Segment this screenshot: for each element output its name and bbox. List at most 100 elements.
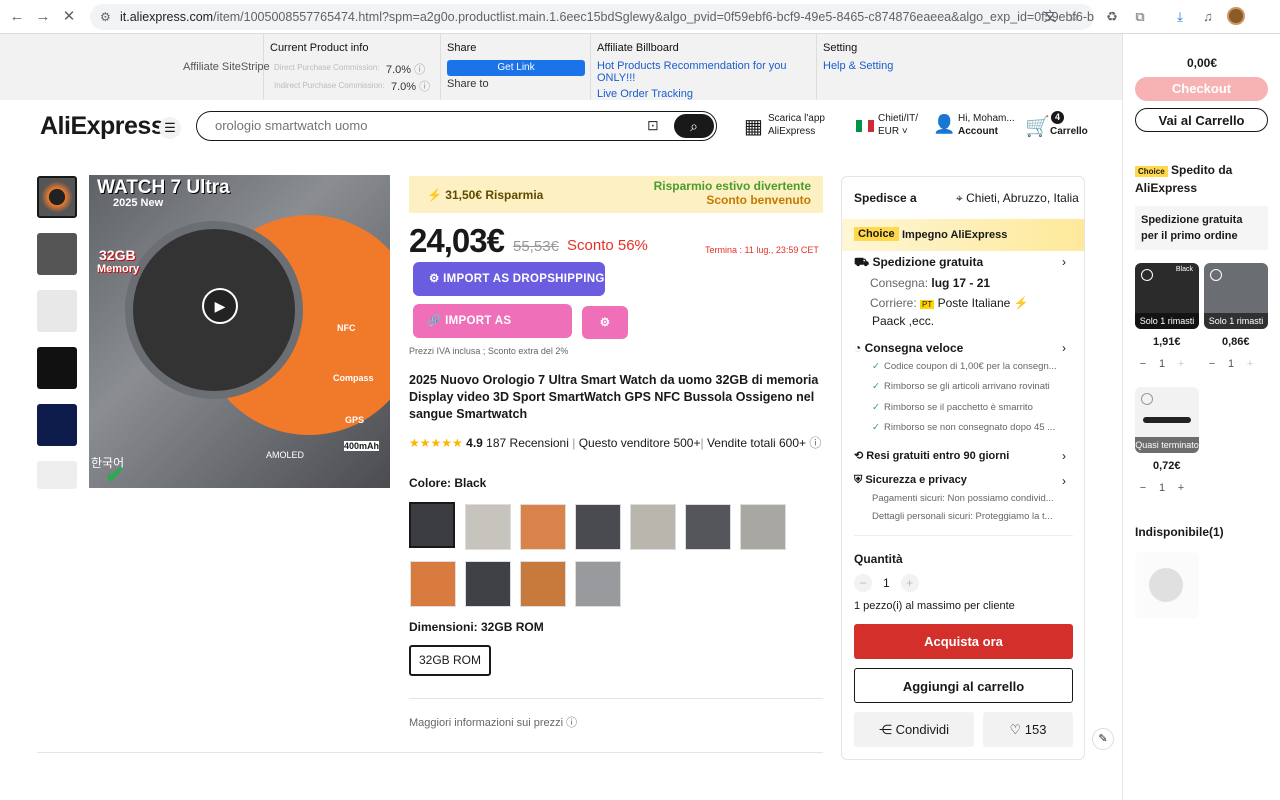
site-info-icon[interactable]: ⚙ (100, 4, 111, 30)
add-to-cart-button[interactable]: Aggiungi al carrello (854, 668, 1073, 703)
color-swatch[interactable] (520, 504, 566, 550)
cart-item-image[interactable]: Solo 1 rimasti (1204, 263, 1268, 329)
qty-value[interactable]: 1 (1151, 358, 1173, 370)
info-icon[interactable]: ⓘ (414, 64, 425, 76)
share-to-link[interactable]: Share to (447, 78, 584, 90)
qty-increase-button[interactable]: + (1173, 358, 1189, 370)
qty-value[interactable]: 1 (1220, 358, 1242, 370)
qty-increase-button[interactable]: + (1242, 358, 1258, 370)
hot-products-link[interactable]: Hot Products Recommendation for you ONLY… (597, 60, 810, 84)
color-swatch[interactable] (465, 561, 511, 607)
choice-badge: Choice (1135, 166, 1168, 177)
gallery-thumbnail[interactable] (37, 290, 77, 332)
color-swatch[interactable] (465, 504, 511, 550)
qty-value[interactable]: 1 (875, 576, 897, 590)
cart-item-image[interactable]: Quasi terminato (1135, 387, 1199, 453)
image-memory-label: Memory (97, 263, 140, 275)
region-selector[interactable]: Chieti/IT/EUR ˅ (878, 112, 918, 138)
color-swatch[interactable] (740, 504, 786, 550)
search-button[interactable]: ⌕ (674, 114, 714, 138)
cart-label[interactable]: Carrello (1050, 125, 1088, 138)
chevron-right-icon[interactable]: › (1062, 341, 1066, 355)
qty-increase-button[interactable]: + (1173, 482, 1189, 494)
info-icon[interactable]: ⓘ (419, 81, 430, 93)
fast-item: ✓ Rimborso se il pacchetto è smarrito (872, 402, 1033, 413)
download-icon[interactable]: ⤓ (1170, 7, 1190, 27)
search-input[interactable] (215, 118, 615, 133)
aliexpress-logo[interactable]: AliExpress (40, 112, 165, 141)
user-icon[interactable]: 👤 (933, 114, 955, 135)
separator: | (700, 436, 704, 450)
go-to-cart-button[interactable]: Vai al Carrello (1135, 108, 1268, 132)
gallery-thumbnail[interactable] (37, 233, 77, 275)
qr-code-icon[interactable]: ▦ (744, 114, 763, 139)
import-affiliate-button[interactable]: 🔗 IMPORT AS AFFILIATE (413, 304, 572, 361)
cart-item-image[interactable]: Black Solo 1 rimasti (1135, 263, 1199, 329)
color-swatch[interactable] (685, 504, 731, 550)
qty-decrease-button[interactable]: − (1135, 358, 1151, 370)
reviews-link[interactable]: 187 Recensioni (486, 436, 569, 450)
gallery-thumbnail[interactable] (37, 347, 77, 389)
chevron-right-icon[interactable]: › (1062, 474, 1066, 488)
help-setting-link[interactable]: Help & Setting (823, 60, 930, 72)
security-item: Pagamenti sicuri: Non possiamo condivid.… (872, 493, 1054, 504)
select-item-checkbox[interactable] (1141, 393, 1153, 405)
select-item-checkbox[interactable] (1141, 269, 1153, 281)
select-item-checkbox[interactable] (1210, 269, 1222, 281)
product-main-image[interactable]: WATCH 7 Ultra 2025 New 32GB Memory ▶ NFC… (89, 175, 390, 488)
gallery-thumbnail[interactable] (37, 176, 77, 218)
get-link-button[interactable]: Get Link (447, 60, 585, 76)
security-row[interactable]: ⛨ Sicurezza e privacy (854, 474, 967, 487)
color-swatch[interactable] (575, 561, 621, 607)
info-icon[interactable]: ⓘ (809, 436, 821, 450)
gallery-thumbnail[interactable] (37, 404, 77, 446)
profile-avatar[interactable] (1227, 7, 1245, 25)
unavailable-item-image[interactable] (1135, 552, 1199, 618)
free-shipping-row[interactable]: ⛟ Spedizione gratuita (854, 255, 983, 271)
size-option-32gb[interactable]: 32GB ROM (409, 645, 491, 676)
translate-icon[interactable]: 文 (1040, 7, 1060, 27)
edit-icon[interactable]: ✎ (1092, 728, 1114, 750)
wishlist-button[interactable]: ♡ 153 (983, 712, 1073, 747)
download-app-link[interactable]: Scarica l'app AliExpress (768, 112, 825, 138)
qty-increase-button[interactable]: + (900, 574, 919, 592)
color-swatch[interactable] (410, 561, 456, 607)
qty-decrease-button[interactable]: − (854, 574, 872, 592)
logo-part-a: Ali (40, 112, 71, 140)
gps-label: GPS (345, 415, 365, 425)
delivery-location[interactable]: ⌖ Chieti, Abruzzo, Italia (956, 191, 1079, 206)
forward-icon[interactable]: → (32, 6, 54, 28)
media-icon[interactable]: ♫ (1198, 7, 1218, 27)
color-swatch[interactable] (409, 502, 455, 548)
chevron-right-icon[interactable]: › (1062, 449, 1066, 463)
more-price-info[interactable]: Maggiori informazioni sui prezzi ⓘ (409, 714, 577, 730)
qty-decrease-button[interactable]: − (1135, 482, 1151, 494)
free-returns-row[interactable]: ⟲ Resi gratuiti entro 90 giorni (854, 449, 1009, 462)
bookmark-star-icon[interactable]: ☆ (1064, 7, 1084, 27)
account-menu[interactable]: Hi, Moham... Account (958, 112, 1015, 138)
chevron-right-icon[interactable]: › (1062, 255, 1066, 269)
checkout-button[interactable]: Checkout (1135, 77, 1268, 101)
qty-value[interactable]: 1 (1151, 482, 1173, 494)
qty-decrease-button[interactable]: − (1204, 358, 1220, 370)
color-swatch[interactable] (520, 561, 566, 607)
extension-icon[interactable]: ♻ (1102, 7, 1122, 27)
camera-search-icon[interactable]: ⊡ (647, 117, 659, 134)
import-dropshipping-button[interactable]: ⚙ IMPORT AS DROPSHIPPING (413, 262, 605, 296)
address-bar[interactable]: ⚙ it.aliexpress.com/item/100500855776547… (90, 4, 1094, 30)
puzzle-icon[interactable]: ⧉ (1130, 7, 1150, 27)
color-swatch[interactable] (630, 504, 676, 550)
fast-delivery-row[interactable]: ◔ Consegna veloce (854, 341, 963, 355)
color-swatch[interactable] (575, 504, 621, 550)
gallery-thumbnail[interactable] (37, 461, 77, 489)
live-tracking-link[interactable]: Live Order Tracking (597, 88, 810, 100)
back-icon[interactable]: ← (6, 6, 28, 28)
play-video-icon[interactable]: ▶ (202, 288, 238, 324)
cart-icon[interactable]: 🛒 (1025, 114, 1050, 139)
buy-now-button[interactable]: Acquista ora (854, 624, 1073, 659)
hamburger-menu-icon[interactable]: ☰ (159, 117, 181, 139)
affiliate-options-button[interactable]: ⚙ (582, 306, 628, 339)
share-button[interactable]: ⋲ Condividi (854, 712, 974, 747)
choice-commitment: Impegno AliExpress (902, 229, 1008, 241)
stop-icon[interactable]: ✕ (58, 6, 80, 28)
